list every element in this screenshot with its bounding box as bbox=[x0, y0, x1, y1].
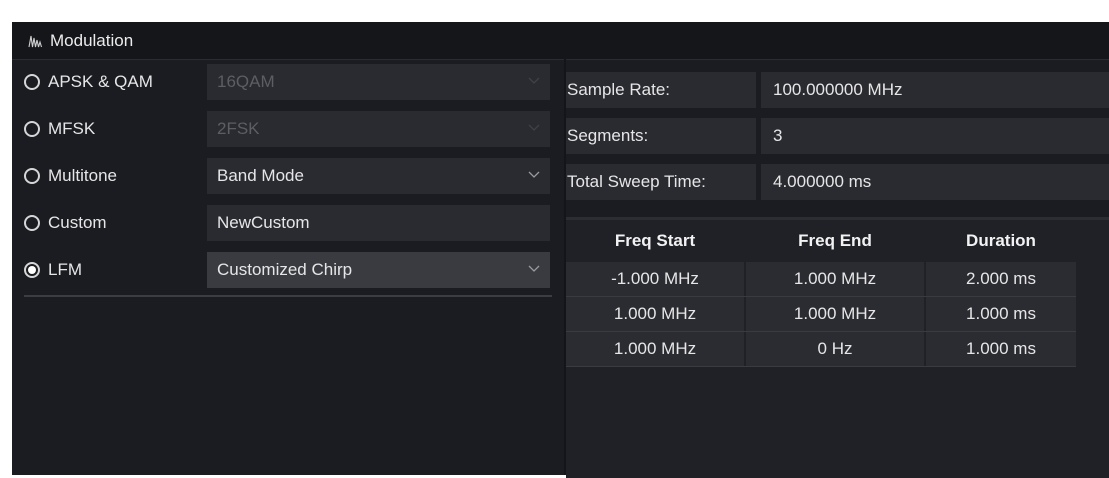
modulation-option-apsk-qam[interactable]: APSK & QAM 16QAM bbox=[12, 64, 564, 104]
chevron-down-icon bbox=[528, 171, 540, 178]
chirp-waveform-icon bbox=[28, 35, 43, 48]
mfsk-label: MFSK bbox=[48, 119, 96, 138]
segments-table: Freq Start Freq End Duration -1.000 MHz … bbox=[566, 217, 1109, 478]
apsk-qam-radio[interactable] bbox=[24, 74, 40, 90]
modulation-panel: Modulation APSK & QAM 16QAM MFSK 2FSK Mu… bbox=[12, 22, 1109, 478]
freq-end-cell[interactable]: 1.000 MHz bbox=[746, 262, 924, 296]
column-header-freq-end[interactable]: Freq End bbox=[746, 220, 924, 262]
apsk-qam-dropdown-value: 16QAM bbox=[217, 72, 275, 91]
custom-label: Custom bbox=[48, 213, 107, 232]
table-header: Freq Start Freq End Duration bbox=[566, 220, 1109, 262]
multitone-label: Multitone bbox=[48, 166, 117, 185]
sweep-time-value: 4.000000 ms bbox=[761, 164, 1109, 200]
duration-cell[interactable]: 1.000 ms bbox=[926, 332, 1076, 366]
row-divider bbox=[566, 366, 1076, 367]
sample-rate-label: Sample Rate: bbox=[566, 72, 756, 108]
freq-start-cell[interactable]: -1.000 MHz bbox=[566, 262, 744, 296]
sweep-time-label: Total Sweep Time: bbox=[566, 164, 756, 200]
sample-rate-value: 100.000000 MHz bbox=[761, 72, 1109, 108]
freq-start-cell[interactable]: 1.000 MHz bbox=[566, 297, 744, 331]
multitone-radio[interactable] bbox=[24, 168, 40, 184]
mfsk-radio[interactable] bbox=[24, 121, 40, 137]
modulation-option-lfm[interactable]: LFM Customized Chirp bbox=[12, 252, 564, 292]
custom-radio[interactable] bbox=[24, 215, 40, 231]
modulation-option-mfsk[interactable]: MFSK 2FSK bbox=[12, 111, 564, 151]
panel-titlebar: Modulation bbox=[12, 22, 1109, 60]
duration-cell[interactable]: 1.000 ms bbox=[926, 297, 1076, 331]
sweep-time-row: Total Sweep Time: 4.000000 ms bbox=[566, 164, 1109, 200]
mfsk-dropdown-value: 2FSK bbox=[217, 119, 260, 138]
segments-row: Segments: 3 bbox=[566, 118, 1109, 154]
lfm-radio[interactable] bbox=[24, 262, 40, 278]
panel-title: Modulation bbox=[50, 31, 134, 50]
table-row[interactable]: 1.000 MHz 1.000 MHz 1.000 ms bbox=[566, 297, 1109, 331]
freq-start-cell[interactable]: 1.000 MHz bbox=[566, 332, 744, 366]
modulation-option-multitone[interactable]: Multitone Band Mode bbox=[12, 158, 564, 198]
table-row[interactable]: 1.000 MHz 0 Hz 1.000 ms bbox=[566, 332, 1109, 366]
mfsk-dropdown: 2FSK bbox=[207, 111, 550, 147]
chevron-down-icon bbox=[528, 77, 540, 84]
chevron-down-icon bbox=[528, 124, 540, 131]
chirp-parameters: Sample Rate: 100.000000 MHz Segments: 3 … bbox=[566, 59, 1109, 478]
column-header-freq-start[interactable]: Freq Start bbox=[566, 220, 744, 262]
segments-label: Segments: bbox=[566, 118, 756, 154]
multitone-dropdown[interactable]: Band Mode bbox=[207, 158, 550, 194]
lfm-dropdown[interactable]: Customized Chirp bbox=[207, 252, 550, 288]
modulation-type-list: APSK & QAM 16QAM MFSK 2FSK Multitone Ban… bbox=[12, 59, 564, 475]
table-row[interactable]: -1.000 MHz 1.000 MHz 2.000 ms bbox=[566, 262, 1109, 296]
sample-rate-row: Sample Rate: 100.000000 MHz bbox=[566, 72, 1109, 108]
modulation-option-custom[interactable]: Custom NewCustom bbox=[12, 205, 564, 245]
lfm-label: LFM bbox=[48, 260, 82, 279]
duration-cell[interactable]: 2.000 ms bbox=[926, 262, 1076, 296]
apsk-qam-label: APSK & QAM bbox=[48, 72, 153, 91]
divider bbox=[24, 295, 552, 297]
apsk-qam-dropdown: 16QAM bbox=[207, 64, 550, 100]
freq-end-cell[interactable]: 1.000 MHz bbox=[746, 297, 924, 331]
segments-value: 3 bbox=[761, 118, 1109, 154]
custom-name-field[interactable]: NewCustom bbox=[207, 205, 550, 241]
lfm-dropdown-value: Customized Chirp bbox=[217, 260, 353, 279]
custom-name-value: NewCustom bbox=[217, 213, 310, 232]
multitone-dropdown-value: Band Mode bbox=[217, 166, 304, 185]
chevron-down-icon bbox=[528, 265, 540, 272]
column-header-duration[interactable]: Duration bbox=[926, 220, 1076, 262]
freq-end-cell[interactable]: 0 Hz bbox=[746, 332, 924, 366]
